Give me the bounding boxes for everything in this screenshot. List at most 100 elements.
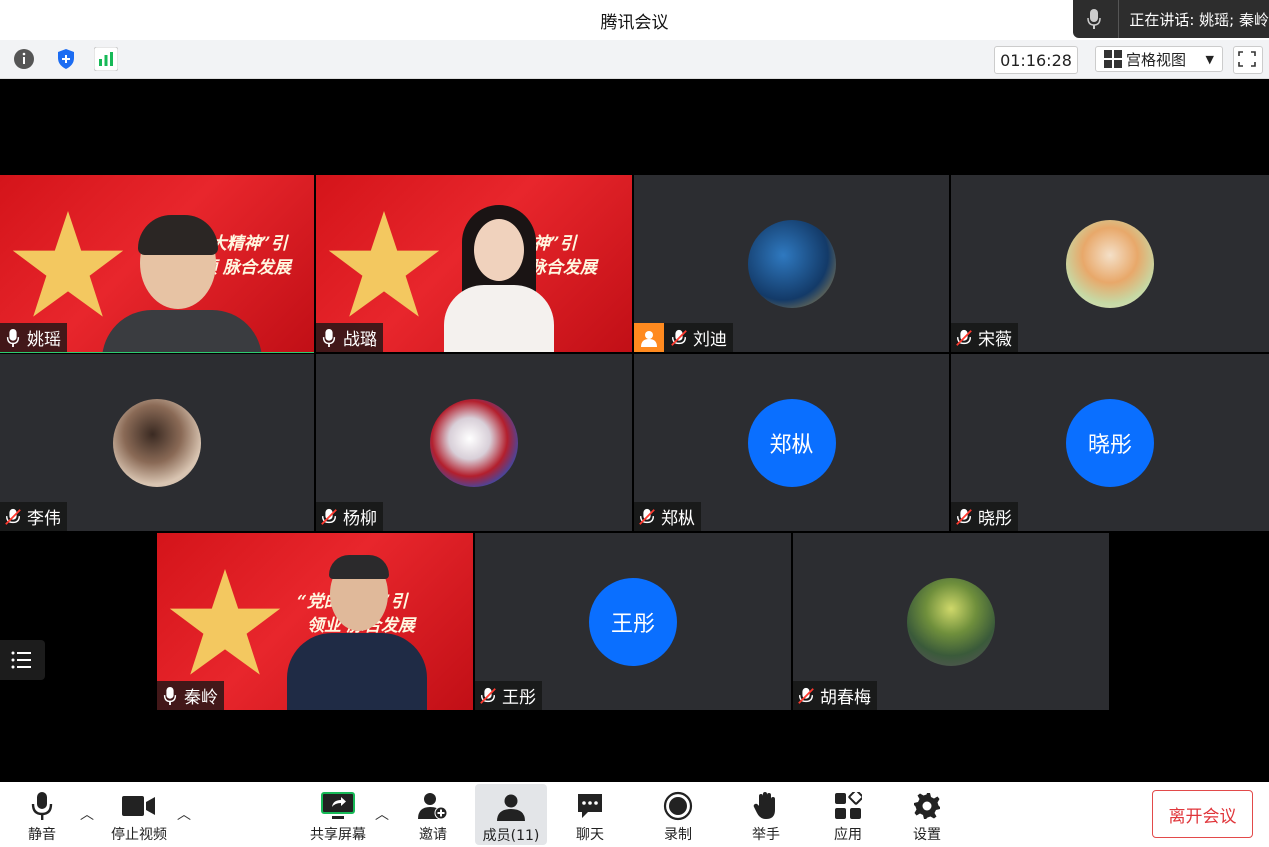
participant-name-bar: 杨柳: [316, 502, 383, 531]
participant-name: 杨柳: [343, 509, 377, 529]
microphone-icon: [31, 790, 53, 822]
add-user-icon: [418, 790, 448, 822]
mute-button[interactable]: 静音: [20, 782, 64, 847]
video-tile-liwei[interactable]: 李伟: [0, 354, 314, 531]
share-screen-button[interactable]: 共享屏幕: [308, 782, 368, 847]
mic-icon: [163, 686, 177, 705]
participant-name-bar: 宋薇: [951, 323, 1018, 352]
chevron-up-icon[interactable]: ︿: [80, 804, 94, 824]
stop-video-label: 停止视频: [111, 827, 167, 843]
avatar: [747, 219, 836, 308]
meeting-timer: 01:16:28: [994, 46, 1078, 74]
window-title: 腾讯会议: [600, 12, 669, 33]
side-menu-button[interactable]: [0, 640, 45, 680]
participant-name-bar: 李伟: [0, 502, 67, 531]
gear-icon: [912, 790, 942, 822]
shield-icon[interactable]: [54, 47, 78, 71]
participant-name: 王彤: [502, 688, 536, 708]
video-tile-songwei[interactable]: 宋薇: [951, 175, 1269, 352]
invite-button[interactable]: 邀请: [412, 782, 454, 847]
mic-muted-icon: [5, 508, 21, 525]
mic-muted-icon: [798, 687, 814, 704]
video-tile-yangliu[interactable]: 杨柳: [316, 354, 632, 531]
raise-hand-button[interactable]: 举手: [748, 782, 784, 847]
participant-name: 李伟: [27, 509, 61, 529]
video-tile-liudi[interactable]: 刘迪: [634, 175, 949, 352]
participant-name: 姚瑶: [27, 330, 61, 350]
view-mode-dropdown[interactable]: 宫格视图 ▼: [1095, 46, 1223, 72]
mic-muted-icon: [956, 508, 972, 525]
avatar: [430, 398, 518, 487]
video-tile-qinling[interactable]: “党的 精神”引 领业 脉合发展 秦岭: [157, 533, 473, 710]
video-tile-zhanlu[interactable]: “党 大精神”引 领 脉合发展 战璐: [316, 175, 632, 352]
mic-muted-icon: [321, 508, 337, 525]
participant-name: 郑枞: [661, 509, 695, 529]
person-icon: [634, 323, 664, 352]
video-tile-zhengcong[interactable]: 郑枞 郑枞: [634, 354, 949, 531]
avatar: 郑枞: [747, 398, 836, 487]
participant-name-bar: 晓彤: [951, 502, 1018, 531]
mute-label: 静音: [28, 827, 56, 843]
share-screen-icon: [321, 790, 355, 822]
apps-button[interactable]: 应用: [830, 782, 866, 847]
participant-name-bar: 秦岭: [157, 681, 224, 710]
record-button[interactable]: 录制: [660, 782, 696, 847]
mic-muted-icon: [671, 329, 687, 346]
fullscreen-button[interactable]: [1233, 46, 1263, 74]
settings-button[interactable]: 设置: [909, 782, 945, 847]
stop-video-button[interactable]: 停止视频: [108, 782, 170, 847]
meeting-info-bar: [0, 40, 1269, 79]
video-grid: “大精神”引 领 脉合发展 姚瑶 “党 大精神”引 领 脉合发展 战璐: [0, 79, 1269, 782]
speaking-label: 正在讲话: 姚瑶; 秦岭: [1129, 10, 1269, 29]
mic-icon: [322, 328, 336, 347]
mic-muted-icon: [956, 329, 972, 346]
bottom-toolbar: 静音 ︿ 停止视频 ︿ 共享屏幕 ︿ 邀请 成员(11) 聊天 录制 举手 应用…: [0, 782, 1269, 847]
info-icon[interactable]: [12, 47, 36, 71]
participant-video-person: [277, 555, 427, 710]
fullscreen-icon: [1238, 51, 1256, 67]
participant-video-person: [102, 215, 262, 352]
mic-muted-icon: [639, 508, 655, 525]
avatar: [1066, 219, 1154, 308]
participant-video-person: [444, 205, 554, 352]
video-tile-huchunmei[interactable]: 胡春梅: [793, 533, 1109, 710]
video-tile-xiaotong[interactable]: 晓彤 晓彤: [951, 354, 1269, 531]
invite-label: 邀请: [419, 827, 447, 843]
participant-name: 刘迪: [693, 330, 727, 350]
avatar: 王彤: [589, 577, 677, 666]
mic-icon: [1087, 0, 1120, 38]
avatar: [907, 577, 995, 666]
leave-meeting-button[interactable]: 离开会议: [1152, 790, 1253, 838]
participant-name: 秦岭: [184, 688, 218, 708]
record-label: 录制: [664, 827, 692, 843]
mic-icon: [6, 328, 20, 347]
video-tile-wangtong[interactable]: 王彤 王彤: [475, 533, 791, 710]
star-icon: [169, 569, 281, 675]
members-icon: [496, 792, 526, 823]
chevron-up-icon[interactable]: ︿: [375, 804, 389, 824]
chat-icon: [576, 790, 604, 822]
star-icon: [328, 211, 440, 317]
chat-label: 聊天: [576, 827, 604, 843]
signal-icon[interactable]: [93, 46, 119, 72]
participant-name: 宋薇: [978, 330, 1012, 350]
participant-name-bar: 郑枞: [634, 502, 701, 531]
participant-name-bar: 王彤: [475, 681, 542, 710]
participant-name-bar: 姚瑶: [0, 323, 67, 352]
participant-name-bar: 胡春梅: [793, 681, 877, 710]
list-icon: [11, 651, 31, 669]
chevron-down-icon: ▼: [1205, 52, 1214, 66]
members-button[interactable]: 成员(11): [475, 784, 547, 845]
chevron-up-icon[interactable]: ︿: [177, 804, 191, 824]
apps-icon: [834, 790, 862, 822]
raise-hand-label: 举手: [752, 827, 780, 843]
chat-button[interactable]: 聊天: [572, 782, 608, 847]
avatar: [113, 398, 201, 487]
mic-muted-icon: [480, 687, 496, 704]
video-tile-yaoyao[interactable]: “大精神”引 领 脉合发展 姚瑶: [0, 175, 314, 353]
participant-name: 战璐: [343, 330, 377, 350]
apps-label: 应用: [834, 827, 862, 843]
members-label: 成员(11): [482, 828, 540, 844]
share-screen-label: 共享屏幕: [310, 827, 366, 843]
view-mode-label: 宫格视图: [1126, 50, 1187, 69]
